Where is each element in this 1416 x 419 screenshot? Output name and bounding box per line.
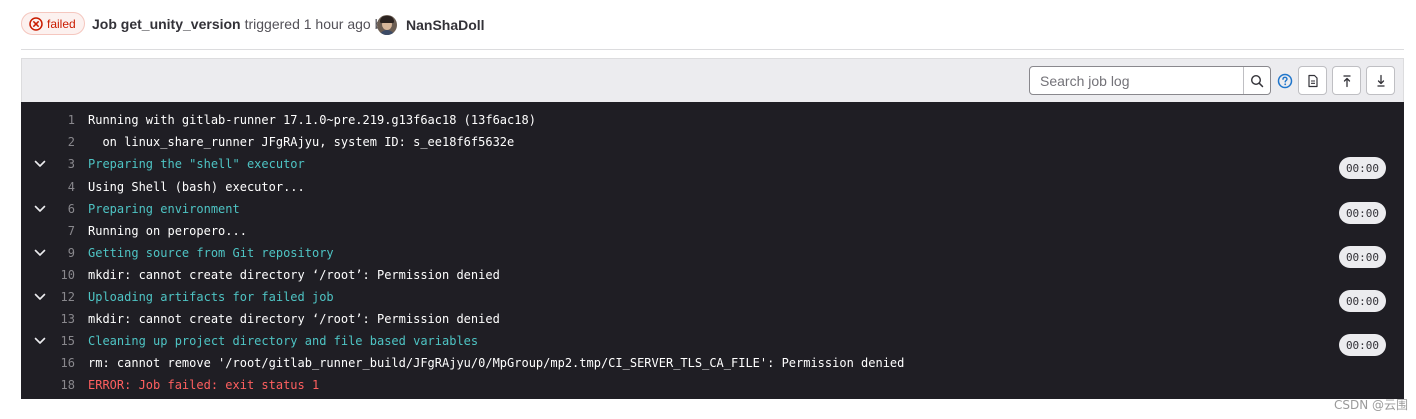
job-header: failed Job get_unity_version triggered 1… (0, 0, 1416, 50)
log-text: rm: cannot remove '/root/gitlab_runner_b… (88, 356, 905, 370)
log-text: Uploading artifacts for failed job (88, 290, 334, 304)
log-section-header[interactable]: 6 Preparing environment 00:00 (21, 199, 1404, 224)
header-divider (21, 49, 1404, 50)
status-label: failed (47, 16, 76, 31)
log-line: 4 Using Shell (bash) executor... (21, 177, 1404, 197)
line-number[interactable]: 4 (41, 180, 75, 194)
line-number[interactable]: 2 (41, 135, 75, 149)
job-title: Job get_unity_version triggered 1 hour a… (92, 16, 389, 32)
line-number[interactable]: 15 (41, 334, 75, 348)
log-line: 10 mkdir: cannot create directory ‘/root’… (21, 265, 1404, 285)
section-duration-badge: 00:00 (1339, 157, 1386, 179)
status-badge[interactable]: failed (21, 12, 85, 35)
scroll-to-top-button[interactable] (1332, 66, 1361, 95)
log-section-header[interactable]: 3 Preparing the "shell" executor 00:00 (21, 154, 1404, 179)
search-icon (1250, 74, 1264, 87)
log-text: Preparing environment (88, 202, 240, 216)
search-box (1029, 66, 1271, 95)
job-log-toolbar (21, 58, 1404, 102)
line-number[interactable]: 18 (41, 378, 75, 392)
line-number[interactable]: 1 (41, 113, 75, 127)
scroll-to-bottom-button[interactable] (1366, 66, 1395, 95)
job-name: Job get_unity_version (92, 16, 241, 32)
log-line: 13 mkdir: cannot create directory ‘/root’… (21, 309, 1404, 329)
line-number[interactable]: 9 (41, 246, 75, 260)
search-input[interactable] (1030, 67, 1244, 94)
log-text: mkdir: cannot create directory ‘/root’: … (88, 312, 500, 326)
search-button[interactable] (1243, 67, 1270, 94)
log-text: mkdir: cannot create directory ‘/root’: … (88, 268, 500, 282)
log-section-header[interactable]: 9 Getting source from Git repository 00:00 (21, 243, 1404, 268)
line-number[interactable]: 13 (41, 312, 75, 326)
line-number[interactable]: 7 (41, 224, 75, 238)
line-number[interactable]: 10 (41, 268, 75, 282)
log-text: Cleaning up project directory and file b… (88, 334, 479, 348)
log-line: 1 Running with gitlab-runner 17.1.0~pre.2… (21, 110, 1404, 130)
help-icon[interactable] (1277, 73, 1293, 89)
log-text: Running on peropero... (88, 224, 247, 238)
scroll-to-bottom-icon (1377, 74, 1384, 87)
author-link[interactable]: NanShaDoll (406, 17, 485, 33)
log-line: 2 on linux_share_runner JFgRAjyu, system… (21, 132, 1404, 152)
log-section-header[interactable]: 12 Uploading artifacts for failed job 00:0… (21, 287, 1404, 312)
line-number[interactable]: 3 (41, 157, 75, 171)
log-text: Running with gitlab-runner 17.1.0~pre.21… (88, 113, 536, 127)
line-number[interactable]: 12 (41, 290, 75, 304)
line-number[interactable]: 6 (41, 202, 75, 216)
failed-status-icon (29, 16, 43, 31)
log-line: 7 Running on peropero... (21, 221, 1404, 241)
triggered-text: triggered 1 hour ago by (244, 16, 390, 32)
avatar[interactable] (377, 15, 397, 35)
log-text: on linux_share_runner JFgRAjyu, system I… (88, 135, 515, 149)
raw-log-icon (1307, 74, 1318, 87)
line-number[interactable]: 16 (41, 356, 75, 370)
job-log: 1 Running with gitlab-runner 17.1.0~pre.2… (21, 102, 1404, 399)
log-text: Using Shell (bash) executor... (88, 180, 305, 194)
log-text: ERROR: Job failed: exit status 1 (88, 378, 320, 392)
scroll-to-top-icon (1343, 74, 1350, 87)
log-text: Preparing the "shell" executor (88, 157, 305, 171)
log-line: 18 ERROR: Job failed: exit status 1 (21, 375, 1404, 395)
raw-log-button[interactable] (1298, 66, 1327, 95)
log-section-header[interactable]: 15 Cleaning up project directory and file… (21, 331, 1404, 356)
watermark: CSDN @云围 (1334, 398, 1409, 412)
log-text: Getting source from Git repository (88, 246, 334, 260)
log-line: 16 rm: cannot remove '/root/gitlab_runner… (21, 353, 1404, 373)
